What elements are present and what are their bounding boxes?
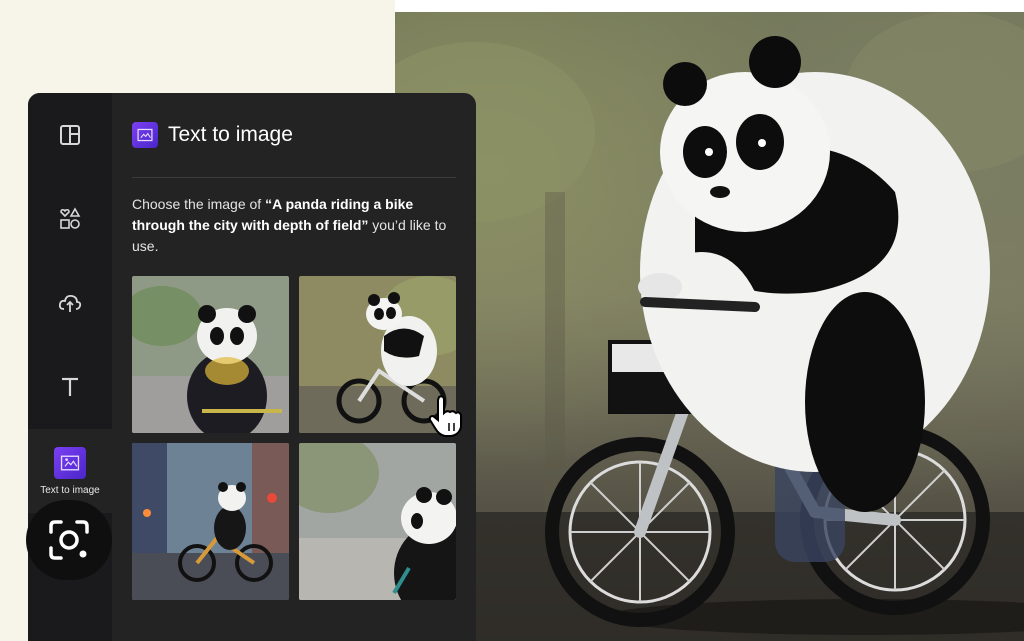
rail-item-design[interactable] bbox=[28, 93, 112, 177]
panel-title: Text to image bbox=[168, 123, 293, 146]
elements-icon bbox=[60, 207, 81, 229]
layout-icon bbox=[60, 125, 80, 145]
panel-header: Text to image bbox=[132, 93, 456, 178]
image-option-3[interactable] bbox=[132, 443, 289, 600]
text-to-image-panel: Text to image Choose the image of “A pan… bbox=[112, 93, 476, 641]
generated-image-preview bbox=[395, 12, 1024, 641]
upload-cloud-icon bbox=[58, 294, 82, 312]
panda-option-4-image bbox=[299, 443, 456, 600]
camera-lens-icon bbox=[49, 520, 89, 560]
prompt-instructions: Choose the image of “A panda riding a bi… bbox=[132, 194, 462, 257]
panda-option-1-image bbox=[132, 276, 289, 433]
image-option-4[interactable] bbox=[299, 443, 456, 600]
image-option-1[interactable] bbox=[132, 276, 289, 433]
rail-item-label: Text to image bbox=[40, 484, 100, 496]
image-options-grid bbox=[132, 276, 456, 600]
panda-option-3-image bbox=[132, 443, 289, 600]
text-to-image-icon bbox=[54, 446, 86, 479]
text-icon bbox=[62, 377, 78, 396]
panda-on-bike-illustration bbox=[395, 12, 1024, 641]
rail-item-text[interactable] bbox=[28, 345, 112, 429]
rail-item-uploads[interactable] bbox=[28, 261, 112, 345]
visual-search-button[interactable] bbox=[26, 500, 112, 580]
hero-top-strip bbox=[395, 0, 1024, 12]
hand-pointer-icon bbox=[428, 395, 462, 437]
text-to-image-icon bbox=[132, 122, 158, 148]
prompt-text-before: Choose the image of bbox=[132, 196, 266, 212]
rail-item-elements[interactable] bbox=[28, 177, 112, 261]
